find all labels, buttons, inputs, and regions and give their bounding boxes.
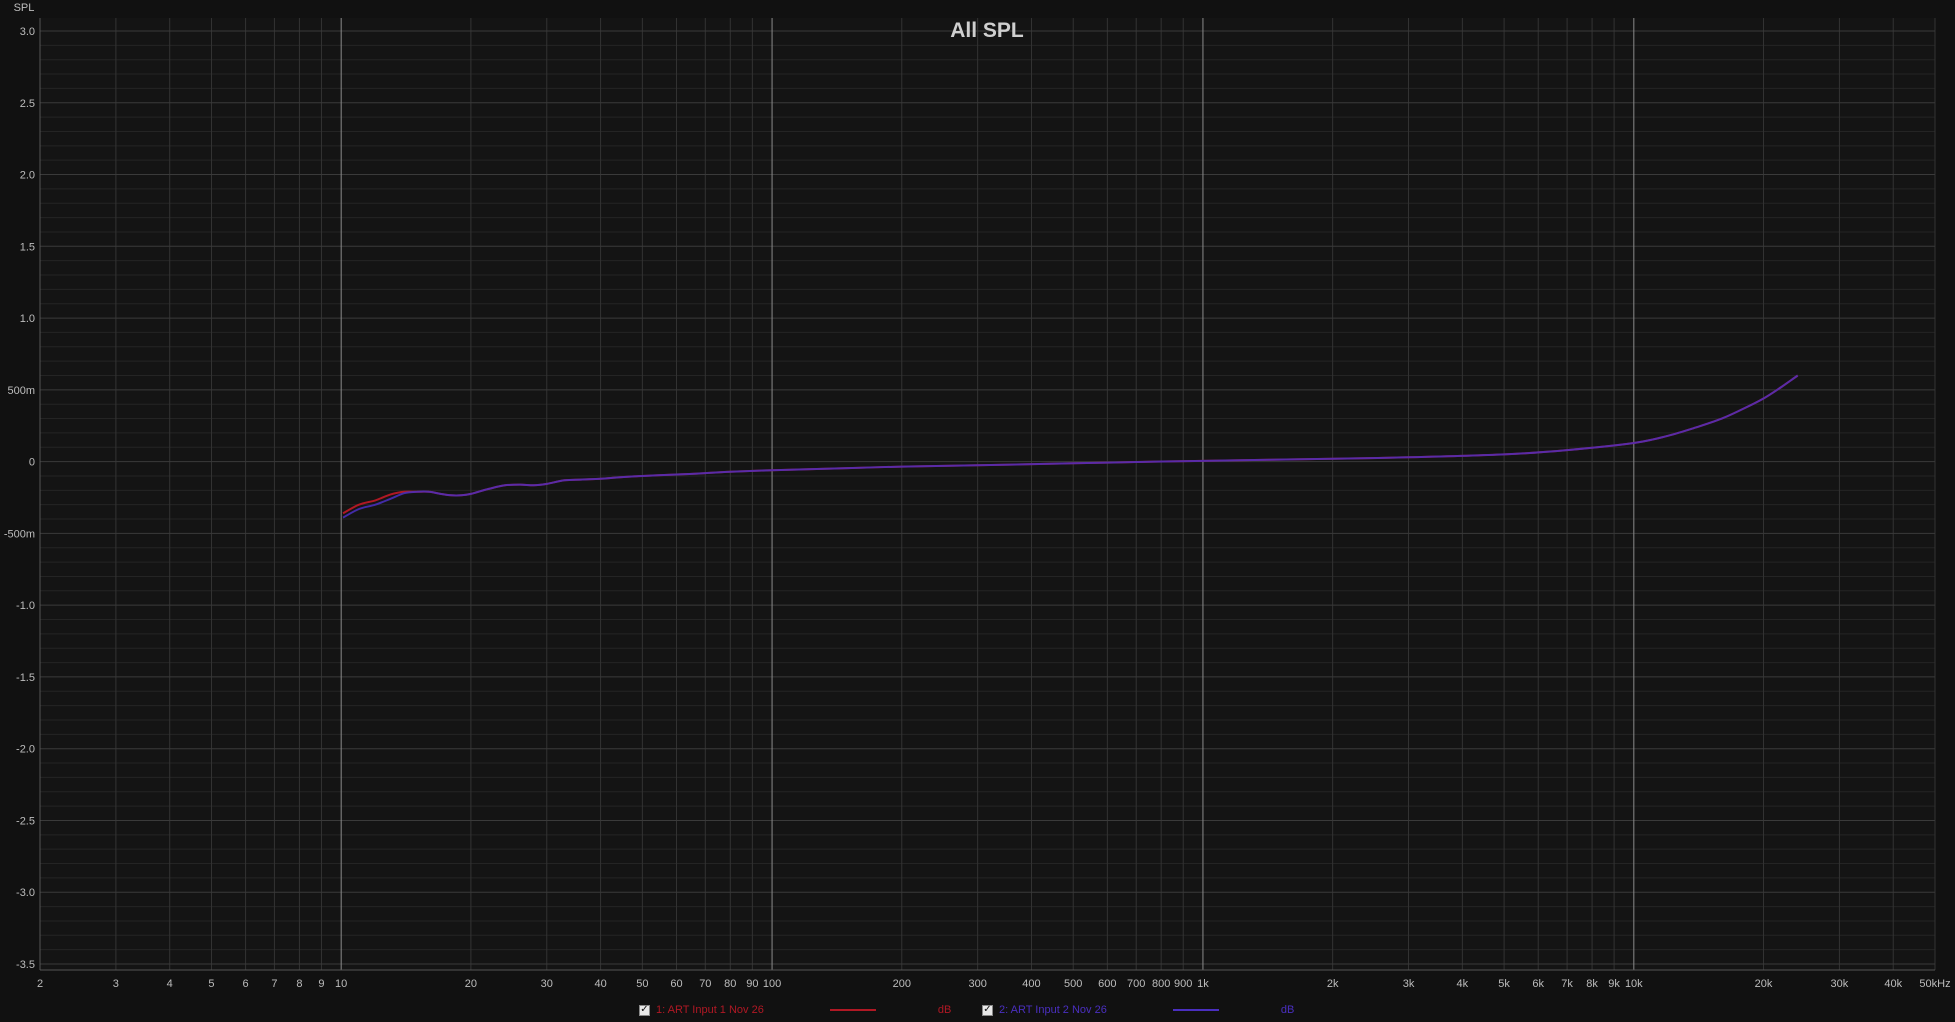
- y-axis-ticks: 3.0 2.5 2.0 1.5 1.0 500m 0 -500m -1.0 -1.5 -2.0 -2.…: [4, 26, 35, 971]
- legend-item-1[interactable]: ✓ 1: ART Input 1 Nov 26 dB: [639, 1001, 951, 1019]
- x-tick-label: 8: [296, 978, 302, 990]
- x-tick-label: 1k: [1197, 978, 1209, 990]
- x-tick-label: 900: [1174, 978, 1192, 990]
- legend-swatch-1: [829, 1009, 876, 1011]
- x-tick-label: 30: [541, 978, 553, 990]
- x-tick-label: 800: [1152, 978, 1170, 990]
- y-tick-label: -3.5: [16, 959, 35, 971]
- x-tick-label: 60: [670, 978, 682, 990]
- x-tick-label: 50: [636, 978, 648, 990]
- x-tick-label: 7k: [1561, 978, 1573, 990]
- x-tick-label: 20k: [1755, 978, 1773, 990]
- x-tick-label: 50kHz: [1919, 978, 1950, 990]
- y-tick-label: -1.5: [16, 672, 35, 684]
- x-tick-label: 200: [893, 978, 911, 990]
- x-axis-ticks: 2 3 4 5 6 7 8 9 10 20 30 40 50 60 70 80 90 100 200 300 400 50…: [37, 978, 1951, 990]
- x-tick-label: 6k: [1532, 978, 1544, 990]
- legend-label-1[interactable]: 1: ART Input 1 Nov 26: [656, 1004, 764, 1016]
- x-tick-label: 10: [335, 978, 347, 990]
- y-axis-label: SPL: [14, 2, 35, 14]
- y-tick-label: 2.0: [20, 170, 35, 182]
- x-tick-label: 10k: [1625, 978, 1643, 990]
- legend-checkbox-2[interactable]: ✓: [982, 1004, 993, 1016]
- x-tick-label: 40k: [1884, 978, 1902, 990]
- x-tick-label: 40: [594, 978, 606, 990]
- x-tick-label: 5: [208, 978, 214, 990]
- y-tick-label: -1.0: [16, 600, 35, 612]
- y-tick-label: 3.0: [20, 26, 35, 38]
- legend-label-2[interactable]: 2: ART Input 2 Nov 26: [999, 1004, 1107, 1016]
- x-tick-label: 100: [763, 978, 781, 990]
- plot-background: [40, 18, 1935, 970]
- x-tick-label: 4: [167, 978, 173, 990]
- x-tick-label: 2: [37, 978, 43, 990]
- x-tick-label: 500: [1064, 978, 1082, 990]
- y-tick-label: 1.0: [20, 313, 35, 325]
- legend-checkbox-1[interactable]: ✓: [639, 1004, 650, 1016]
- x-tick-label: 3k: [1403, 978, 1415, 990]
- x-tick-label: 400: [1022, 978, 1040, 990]
- y-tick-label: 1.5: [20, 241, 35, 253]
- x-tick-label: 4k: [1457, 978, 1469, 990]
- y-tick-label: 0: [29, 457, 35, 469]
- x-tick-label: 9: [318, 978, 324, 990]
- legend-swatch-2: [1172, 1009, 1219, 1011]
- x-tick-label: 80: [724, 978, 736, 990]
- x-tick-label: 8k: [1586, 978, 1598, 990]
- y-tick-label: -2.0: [16, 744, 35, 756]
- y-tick-label: 2.5: [20, 98, 35, 110]
- x-tick-label: 7: [271, 978, 277, 990]
- x-tick-label: 3: [113, 978, 119, 990]
- y-tick-label: 500m: [7, 385, 35, 397]
- x-tick-label: 30k: [1831, 978, 1849, 990]
- x-tick-label: 5k: [1498, 978, 1510, 990]
- y-tick-label: -2.5: [16, 815, 35, 827]
- y-tick-label: -500m: [4, 528, 35, 540]
- x-tick-label: 700: [1127, 978, 1145, 990]
- legend-unit-1: dB: [937, 1004, 952, 1016]
- chart-title: All SPL: [950, 19, 1024, 42]
- x-tick-label: 6: [243, 978, 249, 990]
- x-tick-label: 2k: [1327, 978, 1339, 990]
- y-tick-label: -3.0: [16, 887, 35, 899]
- x-tick-label: 20: [465, 978, 477, 990]
- x-tick-label: 90: [746, 978, 758, 990]
- legend-unit-2: dB: [1280, 1004, 1295, 1016]
- x-tick-label: 300: [968, 978, 986, 990]
- legend-item-2[interactable]: ✓ 2: ART Input 2 Nov 26 dB: [982, 1001, 1294, 1019]
- x-tick-label: 9k: [1608, 978, 1620, 990]
- x-tick-label: 70: [699, 978, 711, 990]
- x-tick-label: 600: [1098, 978, 1116, 990]
- spl-chart: 3.0 2.5 2.0 1.5 1.0 500m 0 -500m -1.0 -1.5 -2.0 -2.…: [4, 2, 1951, 990]
